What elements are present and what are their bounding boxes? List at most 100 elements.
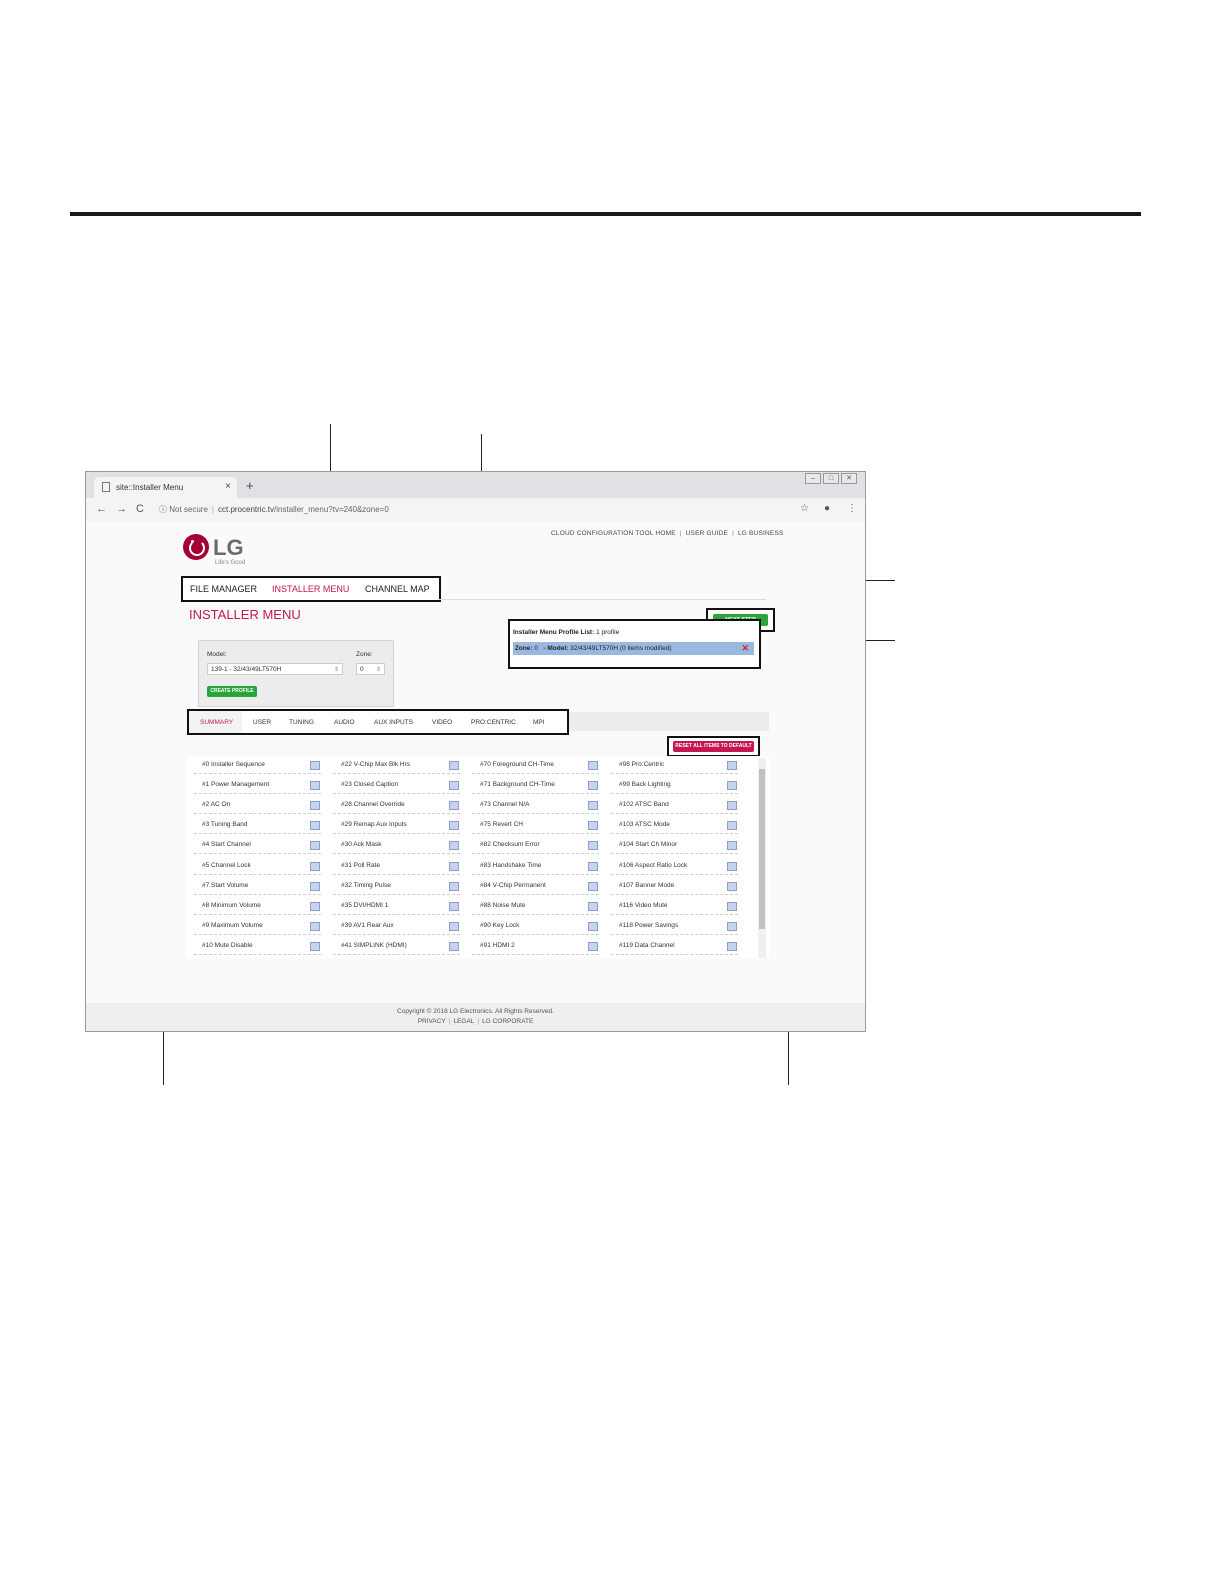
installer-item[interactable]: #98 Pro:Centric xyxy=(611,758,738,774)
installer-item[interactable]: #70 Foreground CH-Time xyxy=(472,758,599,774)
installer-item[interactable]: #116 Video Mute xyxy=(611,899,738,915)
delete-profile-icon[interactable]: ✕ xyxy=(741,642,749,655)
profile-row[interactable]: Zone: 0 - Model: 32/43/49LT570H (0 items… xyxy=(513,642,754,655)
edit-icon[interactable] xyxy=(310,841,320,851)
installer-item[interactable]: #118 Power Savings xyxy=(611,919,738,935)
installer-item[interactable]: #35 DVI/HDMI 1 xyxy=(333,899,460,915)
installer-item[interactable]: #8 Minimum Volume xyxy=(194,899,321,915)
edit-icon[interactable] xyxy=(727,901,737,911)
installer-item[interactable]: #23 Closed Caption xyxy=(333,778,460,795)
installer-item[interactable]: #99 Back Lighting xyxy=(611,778,738,795)
installer-item[interactable]: #104 Start Ch Minor xyxy=(611,838,738,855)
edit-icon[interactable] xyxy=(588,941,598,951)
forward-icon[interactable]: → xyxy=(116,503,127,515)
installer-item[interactable]: #41 SIMPLINK (HDMI) xyxy=(333,939,460,955)
edit-icon[interactable] xyxy=(727,781,737,791)
edit-icon[interactable] xyxy=(588,761,598,770)
edit-icon[interactable] xyxy=(588,861,598,871)
installer-item[interactable]: #32 Timing Pulse xyxy=(333,879,460,895)
link-lg-business[interactable]: LG BUSINESS xyxy=(738,530,784,537)
edit-icon[interactable] xyxy=(588,821,598,831)
installer-item[interactable]: #3 Tuning Band xyxy=(194,818,321,835)
edit-icon[interactable] xyxy=(727,921,737,931)
edit-icon[interactable] xyxy=(727,801,737,811)
reload-icon[interactable]: C xyxy=(136,503,144,515)
installer-item[interactable]: #5 Channel Lock xyxy=(194,859,321,875)
installer-item[interactable]: #22 V-Chip Max Blk Hrs xyxy=(333,758,460,774)
installer-item[interactable]: #1 Power Management xyxy=(194,778,321,795)
edit-icon[interactable] xyxy=(449,941,459,951)
bookmark-star-icon[interactable]: ☆ xyxy=(800,503,809,514)
tab-user[interactable]: USER xyxy=(253,719,271,726)
edit-icon[interactable] xyxy=(588,921,598,931)
installer-item[interactable]: #88 Noise Mute xyxy=(472,899,599,915)
minimize-icon[interactable]: – xyxy=(805,473,821,484)
installer-item[interactable]: #107 Banner Mode xyxy=(611,879,738,895)
installer-item[interactable]: #82 Checksum Error xyxy=(472,838,599,855)
scrollbar-thumb[interactable] xyxy=(759,769,765,929)
edit-icon[interactable] xyxy=(727,881,737,891)
browser-menu-icon[interactable]: ⋮ xyxy=(847,503,857,514)
edit-icon[interactable] xyxy=(310,861,320,871)
installer-item[interactable]: #30 Ack Mask xyxy=(333,838,460,855)
installer-item[interactable]: #106 Aspect Ratio Lock xyxy=(611,859,738,875)
installer-item[interactable]: #103 ATSC Mode xyxy=(611,818,738,835)
edit-icon[interactable] xyxy=(727,821,737,831)
edit-icon[interactable] xyxy=(588,801,598,811)
tab-procentric[interactable]: PRO:CENTRIC xyxy=(471,719,516,726)
installer-item[interactable]: #71 Background CH-Time xyxy=(472,778,599,795)
installer-item[interactable]: #2 AC On xyxy=(194,798,321,815)
tab-audio[interactable]: AUDIO xyxy=(334,719,355,726)
installer-item[interactable]: #4 Start Channel xyxy=(194,838,321,855)
tab-aux-inputs[interactable]: AUX INPUTS xyxy=(374,719,413,726)
edit-icon[interactable] xyxy=(727,841,737,851)
edit-icon[interactable] xyxy=(588,901,598,911)
edit-icon[interactable] xyxy=(449,901,459,911)
edit-icon[interactable] xyxy=(449,881,459,891)
reset-all-button[interactable]: RESET ALL ITEMS TO DEFAULT xyxy=(673,741,754,752)
installer-item[interactable]: #73 Channel N/A xyxy=(472,798,599,815)
create-profile-button[interactable]: CREATE PROFILE xyxy=(207,686,257,697)
edit-icon[interactable] xyxy=(588,781,598,791)
installer-item[interactable]: #119 Data Channel xyxy=(611,939,738,955)
edit-icon[interactable] xyxy=(449,861,459,871)
link-user-guide[interactable]: USER GUIDE xyxy=(686,530,728,537)
installer-item[interactable]: #83 Handshake Time xyxy=(472,859,599,875)
nav-installer-menu[interactable]: INSTALLER MENU xyxy=(272,584,349,594)
url-field[interactable]: ⓘ Not secure | cct.procentric.tv/installer… xyxy=(159,502,789,518)
edit-icon[interactable] xyxy=(727,761,737,770)
edit-icon[interactable] xyxy=(310,901,320,911)
link-legal[interactable]: LEGAL xyxy=(453,1018,474,1025)
edit-icon[interactable] xyxy=(727,941,737,951)
tab-summary[interactable]: SUMMARY xyxy=(200,719,233,726)
edit-icon[interactable] xyxy=(310,821,320,831)
installer-item[interactable]: #84 V-Chip Permanent xyxy=(472,879,599,895)
installer-item[interactable]: #0 Installer Sequence xyxy=(194,758,321,774)
maximize-icon[interactable]: □ xyxy=(823,473,839,484)
tab-tuning[interactable]: TUNING xyxy=(289,719,314,726)
edit-icon[interactable] xyxy=(588,881,598,891)
edit-icon[interactable] xyxy=(449,921,459,931)
tab-video[interactable]: VIDEO xyxy=(432,719,452,726)
tab-mpi[interactable]: MPI xyxy=(533,719,545,726)
installer-item[interactable]: #10 Mute Disable xyxy=(194,939,321,955)
edit-icon[interactable] xyxy=(449,841,459,851)
link-cct-home[interactable]: CLOUD CONFIGURATION TOOL HOME xyxy=(551,530,676,537)
nav-channel-map[interactable]: CHANNEL MAP xyxy=(365,584,430,594)
installer-item[interactable]: #75 Revert CH xyxy=(472,818,599,835)
edit-icon[interactable] xyxy=(310,781,320,791)
installer-item[interactable]: #102 ATSC Band xyxy=(611,798,738,815)
new-tab-button[interactable]: + xyxy=(246,478,254,493)
edit-icon[interactable] xyxy=(449,781,459,791)
link-lg-corporate[interactable]: LG CORPORATE xyxy=(482,1018,533,1025)
edit-icon[interactable] xyxy=(588,841,598,851)
tab-close-icon[interactable]: × xyxy=(225,481,231,492)
browser-tab[interactable]: site::Installer Menu × xyxy=(94,477,237,498)
installer-item[interactable]: #39 AV1 Rear Aux xyxy=(333,919,460,935)
installer-item[interactable]: #28 Channel Override xyxy=(333,798,460,815)
security-icon[interactable]: ⓘ xyxy=(159,505,167,514)
installer-item[interactable]: #91 HDMI 2 xyxy=(472,939,599,955)
edit-icon[interactable] xyxy=(310,941,320,951)
edit-icon[interactable] xyxy=(727,861,737,871)
installer-item[interactable]: #7 Start Volume xyxy=(194,879,321,895)
